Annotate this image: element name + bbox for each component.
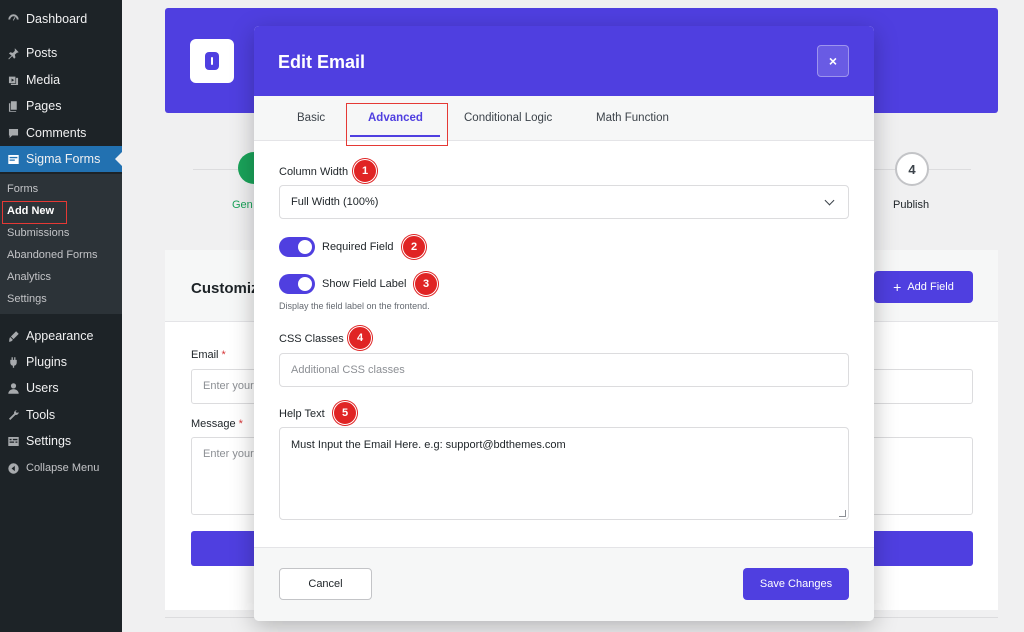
help-text-textarea[interactable]: Must Input the Email Here. e.g: support@…	[279, 427, 849, 520]
wrench-icon	[6, 408, 20, 422]
add-field-label: Add Field	[907, 281, 954, 293]
comment-icon	[6, 126, 20, 140]
forms-icon	[6, 152, 20, 166]
annotation-badge-3: 3	[414, 272, 438, 296]
email-field-label: Email *	[191, 349, 226, 361]
step-number: 4	[908, 161, 916, 177]
message-field-label: Message *	[191, 418, 243, 430]
sidebar-submenu: Forms Add New Submissions Abandoned Form…	[0, 174, 122, 314]
edit-email-modal: Edit Email × Basic Advanced Conditional …	[254, 26, 874, 621]
column-width-label: Column Width	[279, 166, 349, 178]
sidebar-item-tools[interactable]: Tools	[0, 402, 122, 428]
resize-handle-icon[interactable]	[839, 510, 846, 517]
sigma-forms-logo	[190, 39, 234, 83]
submenu-item-submissions[interactable]: Submissions	[7, 225, 69, 241]
submenu-item-analytics[interactable]: Analytics	[7, 269, 51, 285]
sidebar-item-label: Media	[26, 73, 61, 87]
help-text-value: Must Input the Email Here. e.g: support@…	[291, 439, 566, 451]
step-general-label: Gen	[232, 199, 253, 211]
annotation-badge-4: 4	[348, 326, 372, 350]
annotation-badge-5: 5	[333, 401, 357, 425]
css-classes-placeholder: Additional CSS classes	[291, 364, 405, 376]
customize-title: Customiz	[191, 280, 259, 297]
collapse-menu-label: Collapse Menu	[26, 462, 100, 474]
modal-title: Edit Email	[278, 52, 366, 72]
cancel-button[interactable]: Cancel	[279, 568, 372, 600]
sidebar-item-label: Settings	[26, 434, 72, 448]
settings-icon	[6, 434, 20, 448]
close-button[interactable]: ×	[817, 45, 849, 77]
step-publish-label: Publish	[893, 199, 930, 211]
sidebar-item-label: Tools	[26, 408, 56, 422]
active-indicator	[115, 152, 122, 166]
sidebar-item-pages[interactable]: Pages	[0, 93, 122, 119]
sidebar-item-settings[interactable]: Settings	[0, 428, 122, 454]
message-label-text: Message	[191, 418, 236, 430]
css-classes-input[interactable]: Additional CSS classes	[279, 353, 849, 387]
required-marker: *	[238, 418, 243, 430]
email-label-text: Email	[191, 349, 219, 361]
sidebar-item-label: Appearance	[26, 329, 94, 343]
submenu-item-settings[interactable]: Settings	[7, 291, 47, 307]
sidebar-item-sigma-forms[interactable]: Sigma Forms	[0, 146, 122, 172]
sidebar-item-posts[interactable]: Posts	[0, 40, 122, 66]
chevron-down-icon	[824, 195, 835, 205]
required-field-toggle[interactable]	[279, 237, 315, 257]
sidebar-item-label: Comments	[26, 126, 87, 140]
step-publish-indicator[interactable]: 4	[895, 152, 929, 186]
sidebar-item-label: Sigma Forms	[26, 152, 101, 166]
sidebar-item-label: Users	[26, 381, 59, 395]
save-label: Save Changes	[759, 578, 833, 590]
help-text-label: Help Text	[279, 408, 325, 420]
dashboard-icon	[6, 12, 20, 26]
pages-icon	[6, 99, 20, 113]
cancel-label: Cancel	[308, 578, 343, 590]
sidebar-item-media[interactable]: Media	[0, 67, 122, 93]
show-field-label-hint: Display the field label on the frontend.	[279, 301, 430, 311]
tab-math-function[interactable]: Math Function	[596, 110, 669, 126]
collapse-menu-button[interactable]: Collapse Menu	[0, 455, 122, 481]
tab-conditional-logic[interactable]: Conditional Logic	[464, 110, 552, 126]
sidebar-item-dashboard[interactable]: Dashboard	[0, 6, 122, 32]
required-marker: *	[221, 349, 226, 361]
add-field-button[interactable]: + Add Field	[874, 271, 973, 303]
sidebar-item-label: Posts	[26, 46, 58, 60]
toggle-knob	[298, 277, 312, 291]
modal-header: Edit Email ×	[254, 26, 874, 96]
save-changes-button[interactable]: Save Changes	[743, 568, 849, 600]
modal-footer: Cancel Save Changes	[254, 547, 874, 621]
show-field-label-toggle[interactable]	[279, 274, 315, 294]
add-new-highlight	[2, 201, 67, 224]
toggle-knob	[298, 240, 312, 254]
submenu-item-abandoned-forms[interactable]: Abandoned Forms	[7, 247, 98, 263]
submenu-item-forms[interactable]: Forms	[7, 181, 38, 197]
plus-icon: +	[893, 279, 902, 295]
css-classes-label: CSS Classes	[279, 333, 344, 345]
sidebar-item-comments[interactable]: Comments	[0, 120, 122, 146]
sidebar-item-plugins[interactable]: Plugins	[0, 349, 122, 375]
message-placeholder: Enter your	[203, 448, 254, 460]
required-field-label: Required Field	[322, 241, 394, 253]
pin-icon	[6, 46, 20, 60]
sidebar-item-label: Dashboard	[26, 12, 88, 26]
user-icon	[6, 381, 20, 395]
close-icon: ×	[828, 53, 838, 69]
sidebar-item-users[interactable]: Users	[0, 375, 122, 401]
advanced-tab-highlight	[346, 103, 448, 146]
column-width-select[interactable]: Full Width (100%)	[279, 185, 849, 219]
sidebar-item-label: Plugins	[26, 355, 67, 369]
sidebar-item-appearance[interactable]: Appearance	[0, 323, 122, 349]
email-placeholder: Enter your	[203, 380, 254, 392]
tab-basic[interactable]: Basic	[297, 110, 325, 126]
admin-sidebar: Dashboard Posts Media Pages Comments Sig…	[0, 0, 122, 632]
show-field-label-label: Show Field Label	[322, 278, 407, 290]
column-width-value: Full Width (100%)	[291, 196, 379, 208]
sidebar-item-label: Pages	[26, 99, 62, 113]
annotation-badge-1: 1	[353, 159, 377, 183]
plugin-icon	[6, 355, 20, 369]
media-icon	[6, 73, 20, 87]
annotation-badge-2: 2	[402, 235, 426, 259]
collapse-icon	[6, 461, 20, 475]
brush-icon	[6, 329, 20, 343]
